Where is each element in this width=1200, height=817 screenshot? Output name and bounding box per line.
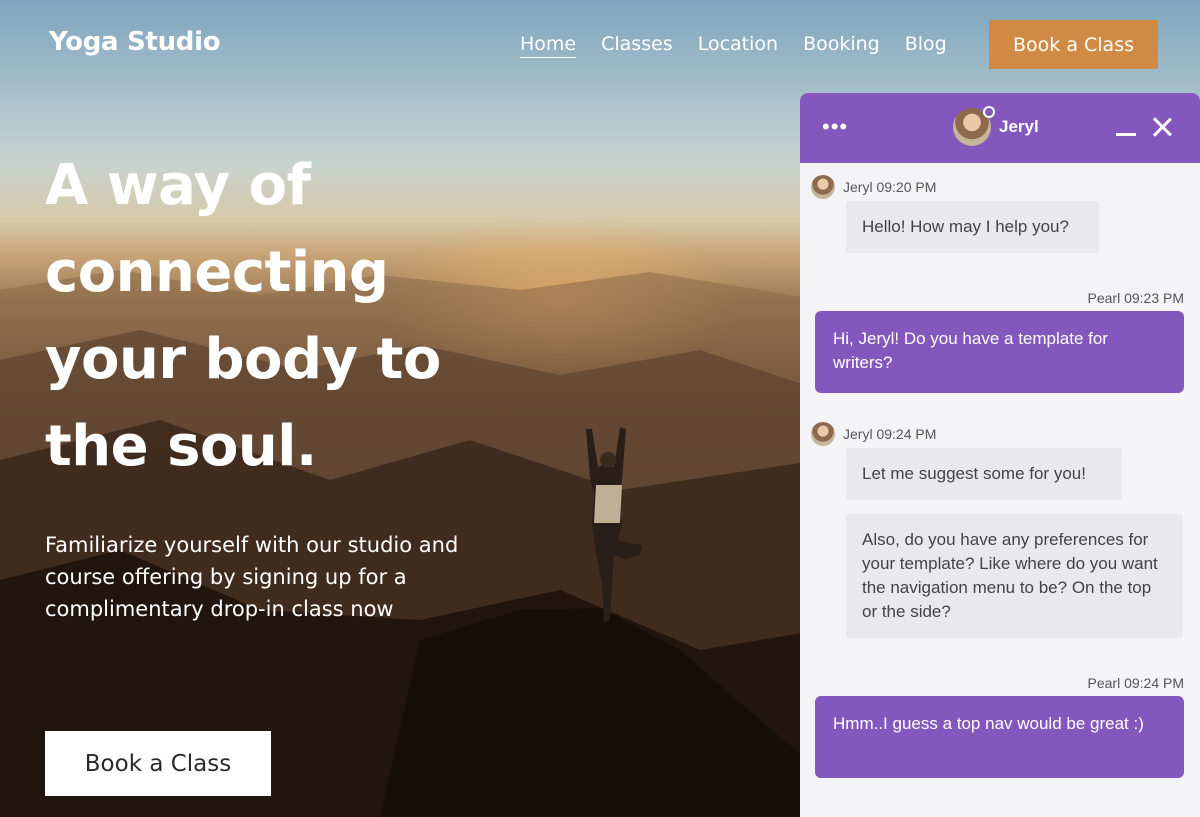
chat-header: ••• Jeryl — [800, 93, 1200, 163]
status-indicator-icon — [983, 106, 995, 118]
message-sender-time: Jeryl 09:24 PM — [843, 426, 937, 442]
agent-name: Jeryl — [999, 117, 1039, 136]
incoming-message: Also, do you have any preferences for yo… — [846, 514, 1183, 638]
minimize-icon[interactable] — [1116, 133, 1136, 136]
main-nav: Home Classes Location Booking Blog — [520, 33, 947, 58]
message-sender-time: Jeryl 09:20 PM — [843, 179, 937, 195]
incoming-message: Hello! How may I help you? — [846, 201, 1099, 253]
hero-title-line: your body to — [45, 327, 441, 392]
hero-subtitle: Familiarize yourself with our studio and… — [45, 533, 459, 621]
brand-logo[interactable]: Yoga Studio — [49, 27, 221, 57]
message-meta: Pearl 09:24 PM — [1088, 675, 1185, 691]
chat-agent-info: Jeryl — [953, 106, 1039, 146]
message-meta: Jeryl 09:24 PM — [811, 422, 936, 446]
nav-link-classes[interactable]: Classes — [601, 33, 673, 58]
agent-avatar-small — [811, 422, 835, 446]
nav-link-location[interactable]: Location — [698, 33, 778, 58]
hero-book-class-button[interactable]: Book a Class — [45, 731, 271, 796]
agent-avatar-small — [811, 175, 835, 199]
message-meta: Pearl 09:23 PM — [1088, 290, 1185, 306]
message-sender-time: Pearl 09:24 PM — [1087, 675, 1185, 691]
message-meta: Jeryl 09:20 PM — [811, 175, 936, 199]
hero-title-line: the soul. — [45, 414, 317, 479]
nav-link-booking[interactable]: Booking — [803, 33, 880, 58]
hero-title-line: A way of — [45, 153, 311, 218]
nav-link-blog[interactable]: Blog — [905, 33, 947, 58]
outgoing-message: Hi, Jeryl! Do you have a template for wr… — [815, 311, 1184, 393]
chat-widget: ••• Jeryl Jeryl 09:20 PM Hello! How may … — [800, 93, 1200, 817]
outgoing-message: Hmm..I guess a top nav would be great :) — [815, 696, 1184, 778]
nav-book-class-button[interactable]: Book a Class — [989, 20, 1158, 69]
hero-title-line: connecting — [45, 240, 389, 305]
message-sender-time: Pearl 09:23 PM — [1087, 290, 1185, 306]
agent-avatar — [953, 106, 995, 146]
yoga-person-figure — [586, 427, 642, 623]
nav-link-home[interactable]: Home — [520, 33, 577, 58]
incoming-message: Let me suggest some for you! — [846, 448, 1122, 500]
close-icon[interactable] — [1152, 117, 1172, 137]
hero-title: A way of connecting your body to the sou… — [45, 142, 565, 490]
more-horizontal-icon[interactable]: ••• — [822, 116, 848, 138]
